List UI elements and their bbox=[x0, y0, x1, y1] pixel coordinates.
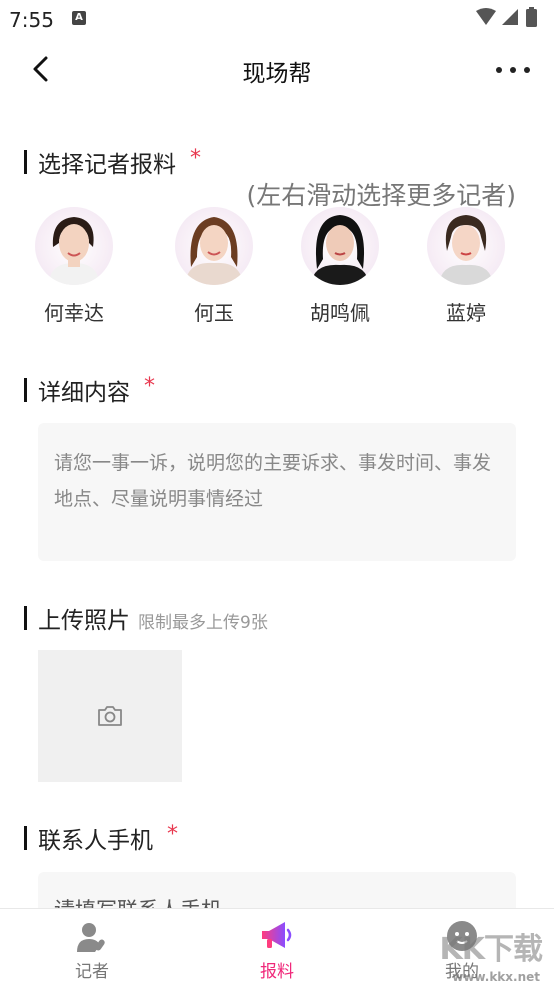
megaphone-icon bbox=[217, 917, 337, 953]
reporter-section-title: 选择记者报料 * bbox=[24, 146, 201, 178]
reporter-icon bbox=[32, 917, 152, 953]
reporter-photo-icon bbox=[311, 215, 369, 285]
notification-badge-icon: A bbox=[72, 11, 86, 25]
tab-label: 报料 bbox=[260, 962, 294, 982]
reporter-avatar bbox=[301, 207, 379, 285]
reporter-avatar bbox=[427, 207, 505, 285]
section-bar bbox=[24, 378, 27, 402]
detail-textarea[interactable]: 请您一事一诉，说明您的主要诉求、事发时间、事发地点、尽量说明事情经过 bbox=[38, 423, 516, 561]
reporter-photo-icon bbox=[49, 217, 99, 285]
more-dot-icon bbox=[510, 67, 516, 73]
reporter-name: 何幸达 bbox=[44, 301, 104, 325]
section-bar bbox=[24, 150, 27, 174]
reporter-name: 胡鸣佩 bbox=[310, 301, 370, 325]
reporter-item[interactable]: 何玉 bbox=[164, 207, 264, 326]
phone-section-label: 联系人手机 bbox=[38, 828, 153, 854]
top-navbar: 现场帮 bbox=[0, 38, 554, 102]
reporter-name: 蓝婷 bbox=[446, 301, 486, 325]
reporter-carousel[interactable]: 何幸达 何玉 胡鸣佩 蓝婷 bbox=[24, 207, 530, 327]
status-icons bbox=[474, 7, 544, 27]
phone-section-title: 联系人手机 * bbox=[24, 822, 178, 854]
photo-section-title: 上传照片 限制最多上传9张 bbox=[24, 602, 268, 634]
reporter-photo-icon bbox=[185, 217, 243, 285]
tab-label: 记者 bbox=[75, 962, 109, 982]
upload-photo-button[interactable] bbox=[38, 650, 182, 782]
watermark-url: www.kkx.net bbox=[452, 970, 540, 984]
detail-section-title: 详细内容 * bbox=[24, 374, 155, 406]
detail-section-label: 详细内容 bbox=[38, 380, 130, 406]
reporter-section-label: 选择记者报料 bbox=[38, 152, 176, 178]
status-bar: 7:55 A bbox=[0, 0, 554, 38]
reporter-name: 何玉 bbox=[194, 301, 234, 325]
status-time: 7:55 bbox=[9, 8, 54, 32]
reporter-item[interactable]: 何幸达 bbox=[24, 207, 124, 326]
section-bar bbox=[24, 606, 27, 630]
reporter-avatar bbox=[175, 207, 253, 285]
more-options-button[interactable] bbox=[496, 58, 530, 82]
more-dot-icon bbox=[496, 67, 502, 73]
required-mark: * bbox=[167, 821, 178, 847]
required-mark: * bbox=[190, 145, 201, 171]
photo-limit-hint: 限制最多上传9张 bbox=[138, 612, 268, 633]
reporter-item[interactable]: 蓝婷 bbox=[416, 207, 516, 326]
photo-section-label: 上传照片 bbox=[38, 608, 130, 634]
camera-icon bbox=[98, 706, 122, 726]
reporter-item[interactable]: 胡鸣佩 bbox=[290, 207, 390, 326]
tab-report[interactable]: 报料 bbox=[217, 917, 337, 982]
more-dot-icon bbox=[524, 67, 530, 73]
page-title: 现场帮 bbox=[242, 61, 312, 87]
reporter-avatar bbox=[35, 207, 113, 285]
reporter-photo-icon bbox=[439, 215, 493, 285]
tab-reporter[interactable]: 记者 bbox=[32, 917, 152, 982]
signal-battery-icon bbox=[476, 7, 537, 27]
section-bar bbox=[24, 826, 27, 850]
required-mark: * bbox=[144, 373, 155, 399]
watermark-logo: KK下载 bbox=[439, 932, 543, 967]
site-watermark: KK下载 www.kkx.net bbox=[426, 918, 546, 986]
